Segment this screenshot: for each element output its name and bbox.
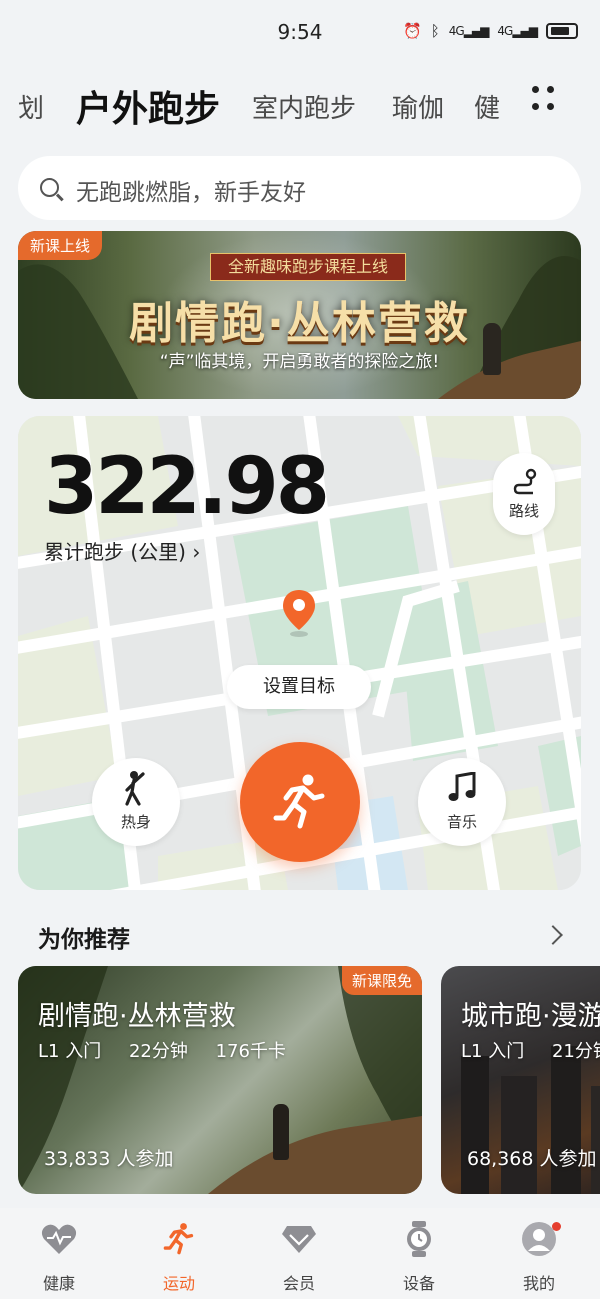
diamond-icon bbox=[259, 1220, 339, 1258]
notification-dot bbox=[552, 1222, 561, 1231]
route-icon bbox=[513, 468, 537, 495]
recommend-title: 为你推荐 bbox=[38, 927, 130, 953]
battery-icon bbox=[546, 23, 578, 39]
avatar-icon bbox=[499, 1220, 579, 1258]
course-title: 城市跑·漫游 bbox=[461, 1001, 600, 1032]
course-card[interactable]: 城市跑·漫游 L1 入门 21分钟 68,368 人参加 bbox=[441, 966, 600, 1194]
sport-tabs: 划 户外跑步 室内跑步 瑜伽 健 bbox=[0, 76, 600, 136]
nav-health[interactable]: 健康 bbox=[19, 1220, 99, 1294]
search-bar[interactable]: 无跑跳燃脂，新手友好 bbox=[18, 156, 581, 220]
course-duration: 22分钟 bbox=[128, 1041, 188, 1062]
tab-yoga[interactable]: 瑜伽 bbox=[392, 88, 444, 125]
distance-label-link[interactable]: 累计跑步 (公里) › bbox=[44, 536, 200, 565]
search-placeholder: 无跑跳燃脂，新手友好 bbox=[76, 180, 306, 206]
run-map-card: 322.98 累计跑步 (公里) › 路线 设置目标 热身 音乐 bbox=[18, 416, 581, 890]
nav-device[interactable]: 设备 bbox=[379, 1220, 459, 1294]
tab-outdoor-running[interactable]: 户外跑步 bbox=[76, 80, 220, 132]
signal-icon-2: 4G▂▄▆ bbox=[497, 24, 538, 38]
warmup-button[interactable]: 热身 bbox=[92, 758, 180, 846]
tab-fitness[interactable]: 健 bbox=[474, 88, 500, 125]
music-label: 音乐 bbox=[446, 813, 477, 831]
warmup-icon bbox=[125, 771, 145, 806]
course-duration: 21分钟 bbox=[551, 1041, 600, 1062]
course-meta: L1 入门 21分钟 bbox=[461, 1037, 600, 1063]
tab-indoor-running[interactable]: 室内跑步 bbox=[252, 88, 356, 125]
status-icons: ⏰ ᛒ 4G▂▄▆ 4G▂▄▆ bbox=[403, 22, 578, 40]
music-icon bbox=[448, 772, 476, 801]
music-button[interactable]: 音乐 bbox=[418, 758, 506, 846]
watch-icon bbox=[379, 1220, 459, 1258]
nav-sport[interactable]: 运动 bbox=[139, 1220, 219, 1294]
course-calories: 176千卡 bbox=[215, 1041, 286, 1062]
nav-membership[interactable]: 会员 bbox=[259, 1220, 339, 1294]
course-title: 剧情跑·丛林营救 bbox=[38, 1001, 236, 1032]
course-participants: 68,368 人参加 bbox=[467, 1148, 597, 1170]
status-bar: 9:54 ⏰ ᛒ 4G▂▄▆ 4G▂▄▆ bbox=[0, 0, 600, 66]
search-icon bbox=[40, 178, 59, 197]
heart-icon bbox=[19, 1220, 99, 1258]
nav-device-label: 设备 bbox=[402, 1274, 435, 1293]
chevron-right-icon[interactable] bbox=[543, 925, 563, 945]
nav-sport-label: 运动 bbox=[162, 1274, 195, 1293]
location-pin-icon bbox=[283, 590, 315, 637]
runner-icon bbox=[139, 1220, 219, 1258]
total-distance: 322.98 bbox=[44, 442, 330, 532]
explorer-figure bbox=[483, 323, 501, 375]
tab-plan[interactable]: 划 bbox=[18, 88, 44, 125]
set-goal-button[interactable]: 设置目标 bbox=[227, 665, 371, 709]
banner-ribbon: 全新趣味跑步课程上线 bbox=[210, 253, 406, 281]
alarm-icon: ⏰ bbox=[403, 22, 422, 40]
course-level: L1 入门 bbox=[38, 1041, 102, 1062]
course-card[interactable]: 新课限免 剧情跑·丛林营救 L1 入门 22分钟 176千卡 33,833 人参… bbox=[18, 966, 422, 1194]
bluetooth-icon: ᛒ bbox=[430, 22, 440, 40]
course-participants: 33,833 人参加 bbox=[44, 1148, 174, 1170]
promo-banner[interactable]: 新课上线 全新趣味跑步课程上线 剧情跑·丛林营救 “声”临其境，开启勇敢者的探险… bbox=[18, 231, 581, 399]
bottom-nav: 健康 运动 会员 设备 我的 bbox=[0, 1208, 600, 1299]
banner-new-badge: 新课上线 bbox=[18, 231, 103, 260]
route-label: 路线 bbox=[508, 502, 539, 520]
nav-membership-label: 会员 bbox=[282, 1274, 315, 1293]
course-free-badge: 新课限免 bbox=[341, 966, 422, 995]
runner-icon bbox=[273, 774, 325, 829]
course-level: L1 入门 bbox=[461, 1041, 525, 1062]
explorer-figure bbox=[273, 1104, 289, 1160]
more-tabs-icon[interactable] bbox=[532, 86, 558, 114]
signal-icon: 4G▂▄▆ bbox=[448, 24, 490, 38]
nav-health-label: 健康 bbox=[42, 1274, 75, 1293]
course-meta: L1 入门 22分钟 176千卡 bbox=[38, 1037, 308, 1063]
warmup-label: 热身 bbox=[120, 813, 151, 831]
nav-me[interactable]: 我的 bbox=[499, 1220, 579, 1294]
route-button[interactable]: 路线 bbox=[493, 453, 555, 535]
nav-me-label: 我的 bbox=[522, 1274, 555, 1293]
start-run-button[interactable] bbox=[240, 742, 360, 862]
